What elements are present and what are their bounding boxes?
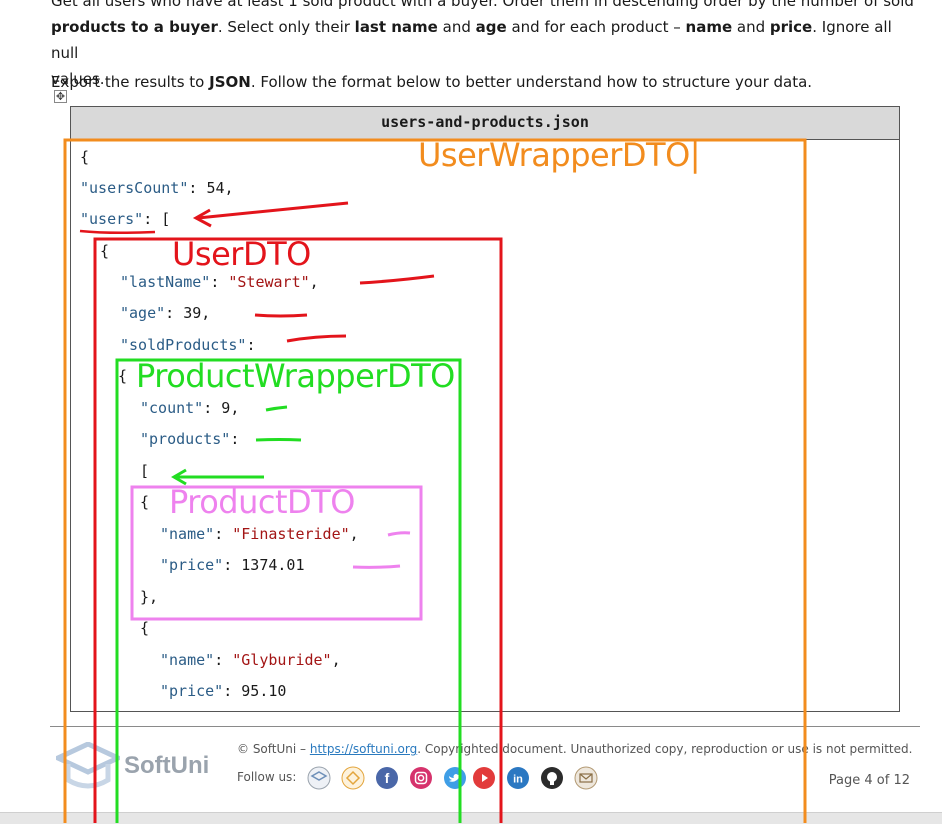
json-value: "Finasteride"	[232, 525, 350, 543]
intro-text: and	[437, 18, 476, 36]
intro-bold-lastname: last name	[354, 18, 438, 36]
code-line: "price": 1374.01	[160, 556, 305, 574]
twitter-icon[interactable]	[443, 766, 467, 790]
json-value: "Glyburide"	[232, 651, 332, 669]
json-key: "lastName"	[120, 273, 211, 291]
code-line: [	[140, 461, 149, 481]
export-text: . Follow the format below to better unde…	[250, 73, 813, 91]
linkedin-icon[interactable]: in	[506, 766, 530, 790]
code-line: "count": 9,	[140, 399, 240, 417]
viewer-status-bar	[0, 812, 942, 824]
intro-bold-age: age	[475, 18, 507, 36]
export-instruction: Export the results to JSON. Follow the f…	[51, 69, 921, 95]
youtube-icon[interactable]	[472, 766, 496, 790]
softuni-logo-text: SoftUni	[124, 752, 210, 779]
copyright-text: © SoftUni –	[237, 742, 310, 756]
code-brace: {	[118, 367, 128, 385]
code-line: {	[140, 492, 149, 512]
json-key: "users"	[80, 210, 144, 228]
copyright-text: . Copyrighted document. Unauthorized cop…	[417, 742, 913, 756]
json-key: "name"	[160, 651, 215, 669]
json-value: 9	[221, 399, 231, 417]
json-value: 1374.01	[241, 556, 305, 574]
json-value: "Stewart"	[228, 273, 310, 291]
code-line: "name": "Finasteride",	[160, 525, 359, 543]
json-key: "price"	[160, 556, 224, 574]
code-line: "price": 95.10	[160, 682, 287, 700]
code-line: "usersCount": 54,	[80, 179, 234, 197]
code-line: {	[100, 241, 109, 261]
table-move-handle-icon[interactable]: ✥	[54, 90, 67, 103]
code-brace: {	[100, 242, 110, 260]
intro-bold-name: name	[685, 18, 733, 36]
code-line: "products":	[140, 430, 240, 448]
json-key: "price"	[160, 682, 224, 700]
json-key: "usersCount"	[80, 179, 189, 197]
follow-us-label: Follow us:	[237, 770, 297, 784]
user-wrapper-label: UserWrapperDTO|	[418, 136, 701, 174]
code-line: "users": [	[80, 209, 170, 229]
code-line: {	[118, 366, 127, 386]
code-brace: },	[140, 588, 159, 606]
code-brace: {	[140, 493, 150, 511]
json-value: 95.10	[241, 682, 287, 700]
code-line: {	[140, 618, 149, 638]
svg-text:in: in	[513, 774, 523, 786]
intro-bold-products: products to a buyer	[51, 18, 218, 36]
facebook-icon[interactable]: f	[375, 766, 399, 790]
json-key: "age"	[120, 304, 166, 322]
json-key: "name"	[160, 525, 215, 543]
code-line: {	[80, 147, 89, 167]
intro-text: and	[732, 18, 770, 36]
json-value: 54	[206, 179, 225, 197]
svg-text:f: f	[385, 770, 390, 786]
export-bold-json: JSON	[209, 73, 251, 91]
instagram-icon[interactable]	[409, 766, 433, 790]
code-line: "lastName": "Stewart",	[120, 273, 319, 291]
footer-divider	[50, 726, 920, 727]
code-line: "age": 39,	[120, 304, 211, 322]
code-punct: : [	[143, 210, 171, 228]
code-brace: {	[80, 148, 90, 166]
intro-text: . Select only their	[217, 18, 355, 36]
code-line: "name": "Glyburide",	[160, 651, 341, 669]
product-label: ProductDTO	[169, 483, 355, 521]
page-number: Page 4 of 12	[828, 773, 910, 788]
github-icon[interactable]	[540, 766, 564, 790]
code-line: },	[140, 587, 158, 607]
copyright-notice: © SoftUni – https://softuni.org. Copyrig…	[237, 742, 912, 756]
intro-bold-price: price	[769, 18, 813, 36]
email-icon[interactable]	[574, 766, 598, 790]
code-brace: {	[140, 619, 150, 637]
product-wrapper-label: ProductWrapperDTO	[136, 357, 455, 395]
softuni-logo-icon	[56, 742, 120, 789]
intro-text: and for each product –	[506, 18, 686, 36]
json-value: 39	[183, 304, 202, 322]
softuni-link[interactable]: https://softuni.org	[310, 742, 417, 756]
json-key: "products"	[140, 430, 231, 448]
code-line: "soldProducts":	[120, 336, 256, 354]
json-key: "soldProducts"	[120, 336, 247, 354]
export-text: Export the results to	[51, 73, 210, 91]
user-label: UserDTO	[172, 235, 311, 273]
code-bracket: [	[140, 462, 150, 480]
json-key: "count"	[140, 399, 204, 417]
softuni-icon[interactable]	[307, 766, 331, 790]
softuni-foundation-icon[interactable]	[341, 766, 365, 790]
intro-line-1: Get all users who have at least 1 sold p…	[51, 0, 914, 10]
